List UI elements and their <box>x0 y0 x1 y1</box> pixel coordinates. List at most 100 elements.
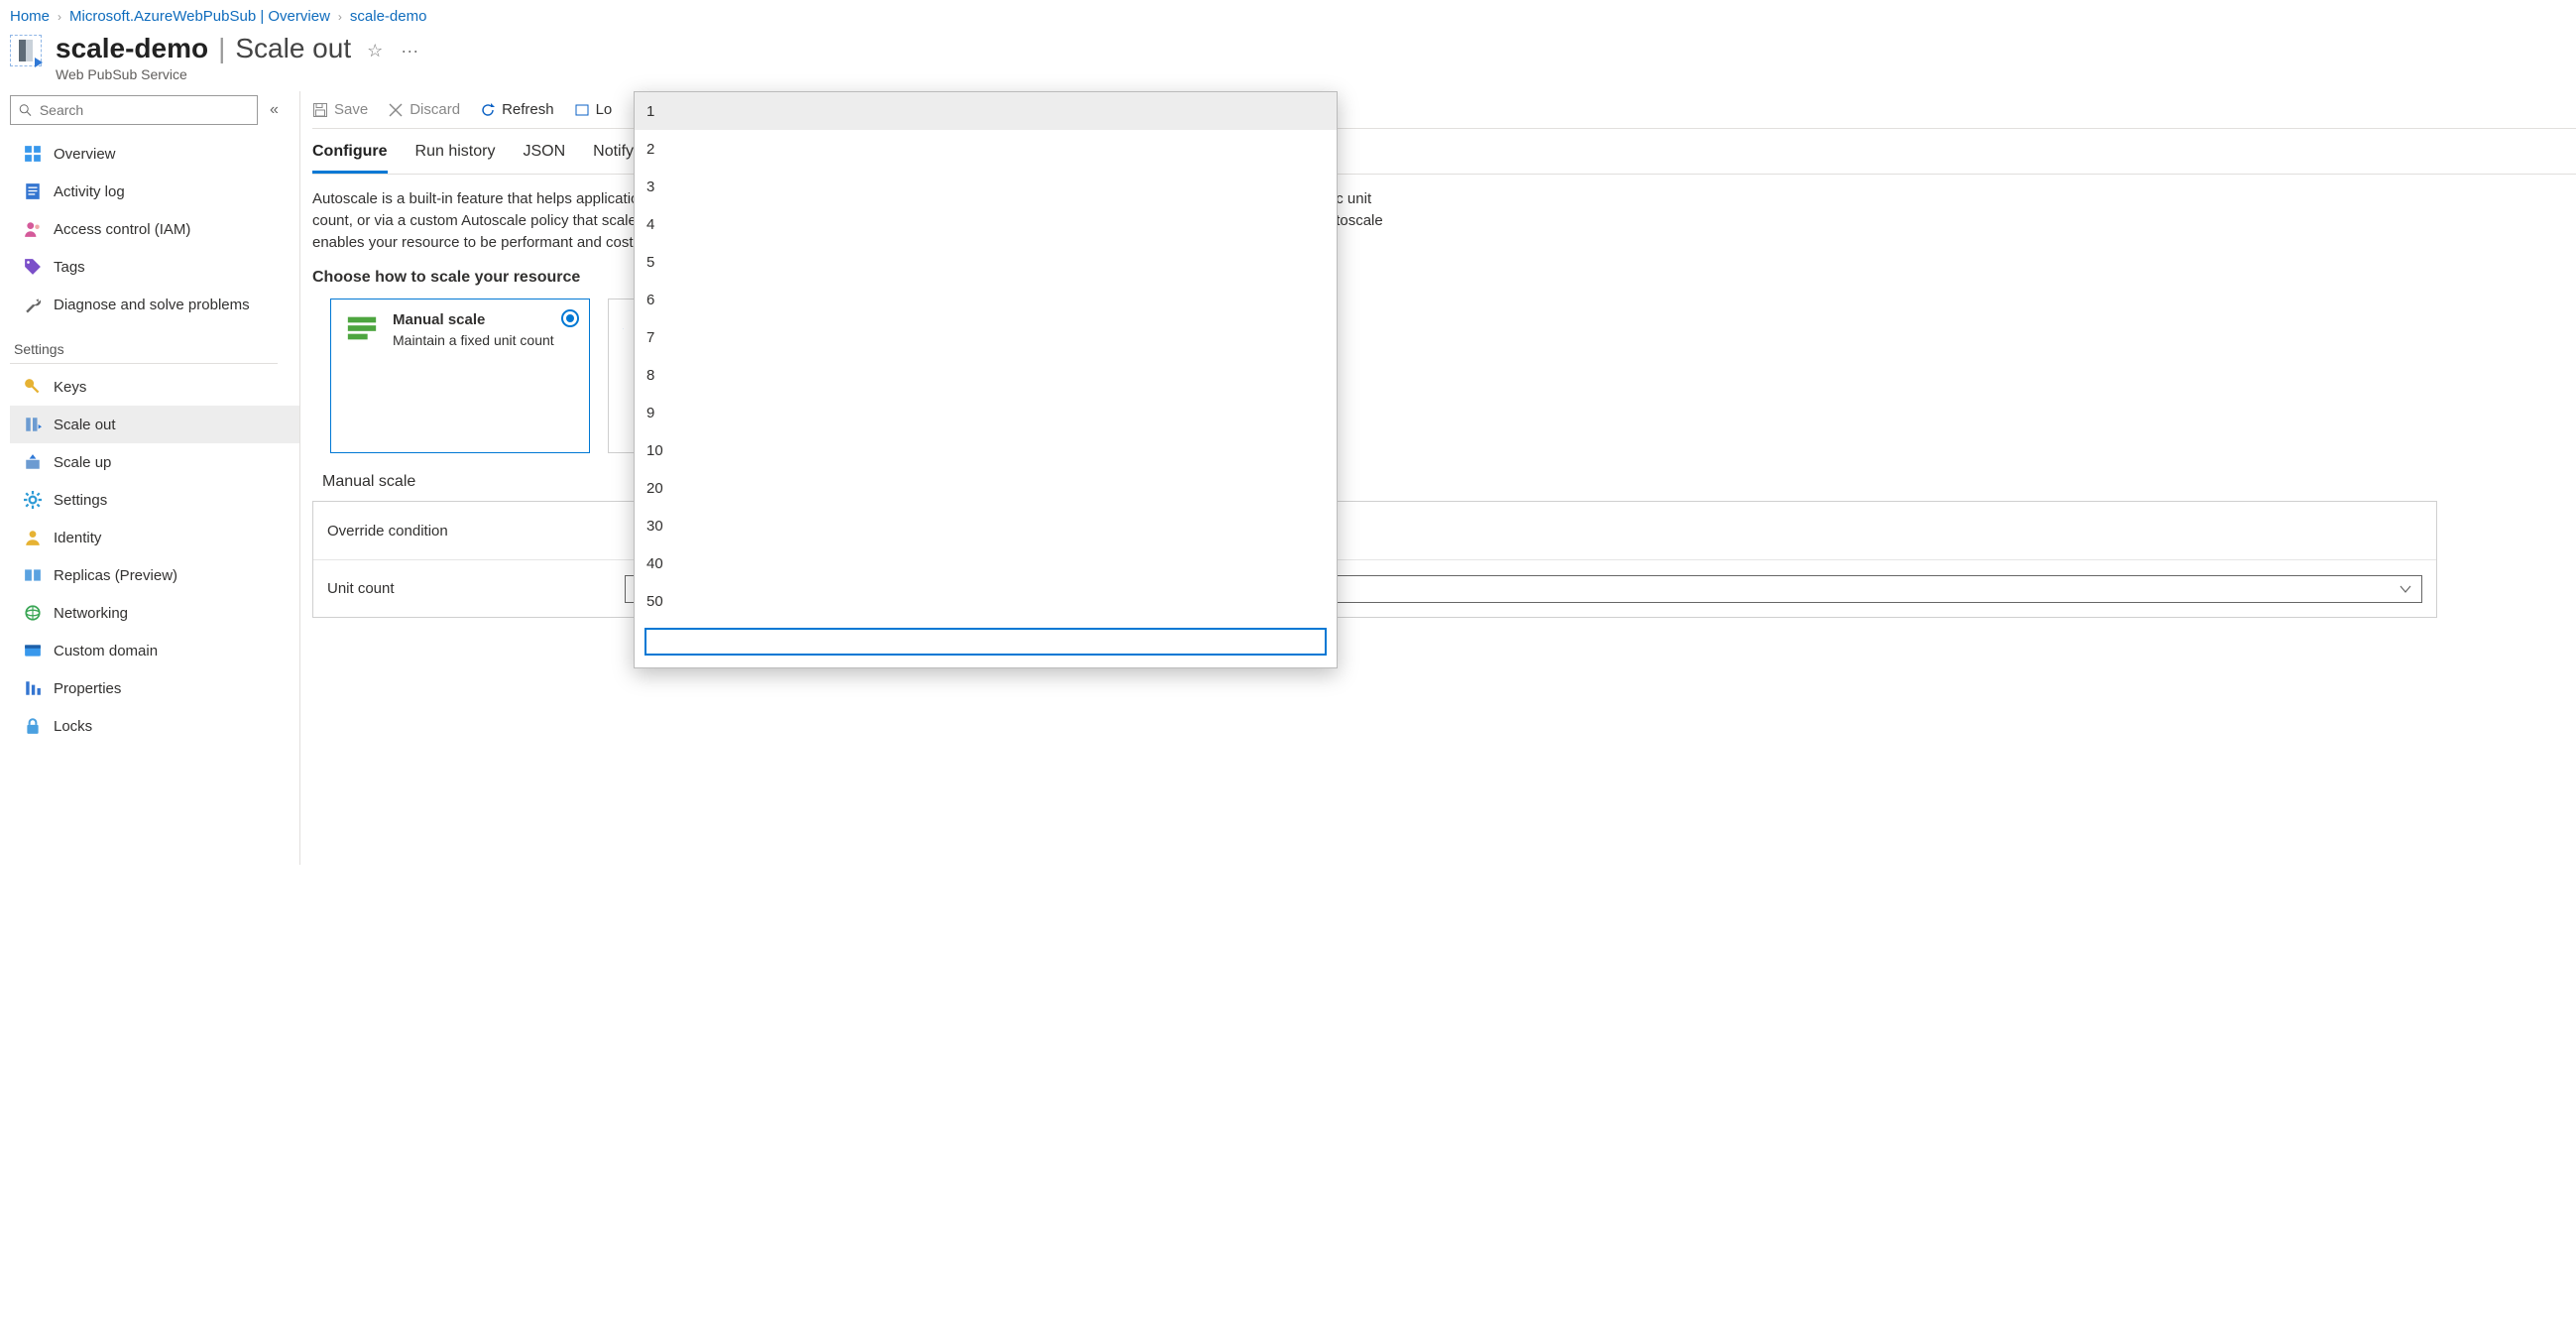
refresh-button[interactable]: Refresh <box>480 101 554 118</box>
dropdown-option[interactable]: 4 <box>635 205 1337 243</box>
sidebar-item-label: Custom domain <box>54 643 158 659</box>
tab-run-history[interactable]: Run history <box>415 137 496 174</box>
sidebar-item-label: Overview <box>54 146 116 163</box>
dropdown-option[interactable]: 1 <box>635 92 1337 130</box>
dropdown-option[interactable]: 30 <box>635 507 1337 544</box>
manual-scale-card[interactable]: Manual scale Maintain a fixed unit count <box>330 299 590 453</box>
replicas-icon <box>24 566 42 584</box>
manual-scale-title: Manual scale <box>393 311 554 328</box>
sidebar-search-input[interactable] <box>38 101 249 119</box>
tab-json[interactable]: JSON <box>523 137 565 174</box>
sidebar-item-label: Diagnose and solve problems <box>54 297 250 313</box>
sidebar-item-label: Networking <box>54 605 128 622</box>
close-icon <box>388 102 404 118</box>
sidebar-item-keys[interactable]: Keys <box>10 368 299 406</box>
sidebar-item-label: Locks <box>54 718 92 735</box>
log-icon <box>24 182 42 200</box>
sidebar-item-identity[interactable]: Identity <box>10 519 299 556</box>
service-type: Web PubSub Service <box>56 66 418 82</box>
sidebar-item-replicas-preview-[interactable]: Replicas (Preview) <box>10 556 299 594</box>
tab-notify[interactable]: Notify <box>593 137 634 174</box>
sidebar-item-label: Replicas (Preview) <box>54 567 177 584</box>
dropdown-option[interactable]: 40 <box>635 544 1337 582</box>
person-icon <box>24 220 42 238</box>
dropdown-option[interactable]: 20 <box>635 469 1337 507</box>
sidebar-item-scale-up[interactable]: Scale up <box>10 443 299 481</box>
chevron-down-icon <box>2400 583 2411 595</box>
dropdown-option[interactable]: 3 <box>635 168 1337 205</box>
dropdown-filter-input[interactable] <box>644 628 1327 656</box>
key-icon <box>24 378 42 396</box>
main-content: Save Discard Refresh Lo Configure Run hi… <box>299 91 2576 865</box>
sidebar-item-tags[interactable]: Tags <box>10 248 299 286</box>
sidebar-item-label: Identity <box>54 530 101 546</box>
sidebar-item-label: Access control (IAM) <box>54 221 190 238</box>
dropdown-option[interactable]: 2 <box>635 130 1337 168</box>
sidebar-item-label: Scale out <box>54 417 116 433</box>
dropdown-option[interactable]: 6 <box>635 281 1337 318</box>
dropdown-option[interactable]: 10 <box>635 431 1337 469</box>
sidebar-item-diagnose-and-solve-problems[interactable]: Diagnose and solve problems <box>10 286 299 323</box>
crumb-service[interactable]: Microsoft.AzureWebPubSub | Overview <box>69 8 330 25</box>
favorite-star-icon[interactable]: ☆ <box>367 42 383 60</box>
dropdown-option[interactable]: 5 <box>635 243 1337 281</box>
resource-name: scale-demo <box>56 35 208 62</box>
sidebar-item-activity-log[interactable]: Activity log <box>10 173 299 210</box>
discard-button[interactable]: Discard <box>388 101 460 118</box>
sidebar-item-locks[interactable]: Locks <box>10 707 299 745</box>
override-condition-label: Override condition <box>327 523 625 539</box>
tab-configure[interactable]: Configure <box>312 137 388 174</box>
scaleup-icon <box>24 453 42 471</box>
lock-icon <box>24 717 42 735</box>
sidebar-item-properties[interactable]: Properties <box>10 669 299 707</box>
manual-scale-radio[interactable] <box>561 309 579 327</box>
sidebar-item-label: Tags <box>54 259 85 276</box>
gear-icon <box>24 491 42 509</box>
sidebar-item-networking[interactable]: Networking <box>10 594 299 632</box>
manual-scale-form: Override condition Unit count 1 <box>312 501 2437 618</box>
sidebar-item-label: Activity log <box>54 183 125 200</box>
crumb-resource[interactable]: scale-demo <box>350 8 427 25</box>
tag-icon <box>24 258 42 276</box>
logs-icon <box>574 102 590 118</box>
unit-count-dropdown: 1234567891020304050 <box>634 91 1338 668</box>
sidebar-item-scale-out[interactable]: Scale out <box>10 406 299 443</box>
sidebar-section-settings: Settings <box>10 327 278 364</box>
dropdown-list[interactable]: 1234567891020304050 <box>635 92 1337 620</box>
resource-icon <box>10 35 42 66</box>
sidebar-item-settings[interactable]: Settings <box>10 481 299 519</box>
page-title: Scale out <box>235 35 351 62</box>
save-button[interactable]: Save <box>312 101 368 118</box>
wrench-icon <box>24 296 42 313</box>
dropdown-option[interactable]: 9 <box>635 394 1337 431</box>
sidebar-item-label: Settings <box>54 492 107 509</box>
more-menu-icon[interactable]: ··· <box>401 42 418 60</box>
domain-icon <box>24 642 42 659</box>
sidebar-item-label: Keys <box>54 379 86 396</box>
unit-count-label: Unit count <box>327 580 625 597</box>
dropdown-option[interactable]: 8 <box>635 356 1337 394</box>
sidebar-item-custom-domain[interactable]: Custom domain <box>10 632 299 669</box>
logs-button[interactable]: Lo <box>574 101 613 118</box>
chevron-right-icon: › <box>338 10 342 24</box>
grid-icon <box>24 145 42 163</box>
sidebar-item-overview[interactable]: Overview <box>10 135 299 173</box>
sidebar-item-access-control-iam-[interactable]: Access control (IAM) <box>10 210 299 248</box>
dropdown-option[interactable]: 7 <box>635 318 1337 356</box>
save-icon <box>312 102 328 118</box>
breadcrumb: Home › Microsoft.AzureWebPubSub | Overvi… <box>0 0 2576 29</box>
crumb-home[interactable]: Home <box>10 8 50 25</box>
manual-scale-icon <box>345 311 379 345</box>
identity-icon <box>24 529 42 546</box>
page-header: scale-demo | Scale out ☆ ··· Web PubSub … <box>0 29 2576 90</box>
manual-scale-sub: Maintain a fixed unit count <box>393 332 554 348</box>
dropdown-option[interactable]: 50 <box>635 582 1337 620</box>
props-icon <box>24 679 42 697</box>
sidebar: « Overview Activity log Access control (IA… <box>0 91 299 745</box>
sidebar-search[interactable] <box>10 95 258 125</box>
refresh-icon <box>480 102 496 118</box>
scaleout-icon <box>24 416 42 433</box>
network-icon <box>24 604 42 622</box>
collapse-sidebar-icon[interactable]: « <box>270 101 279 119</box>
chevron-right-icon: › <box>58 10 61 24</box>
